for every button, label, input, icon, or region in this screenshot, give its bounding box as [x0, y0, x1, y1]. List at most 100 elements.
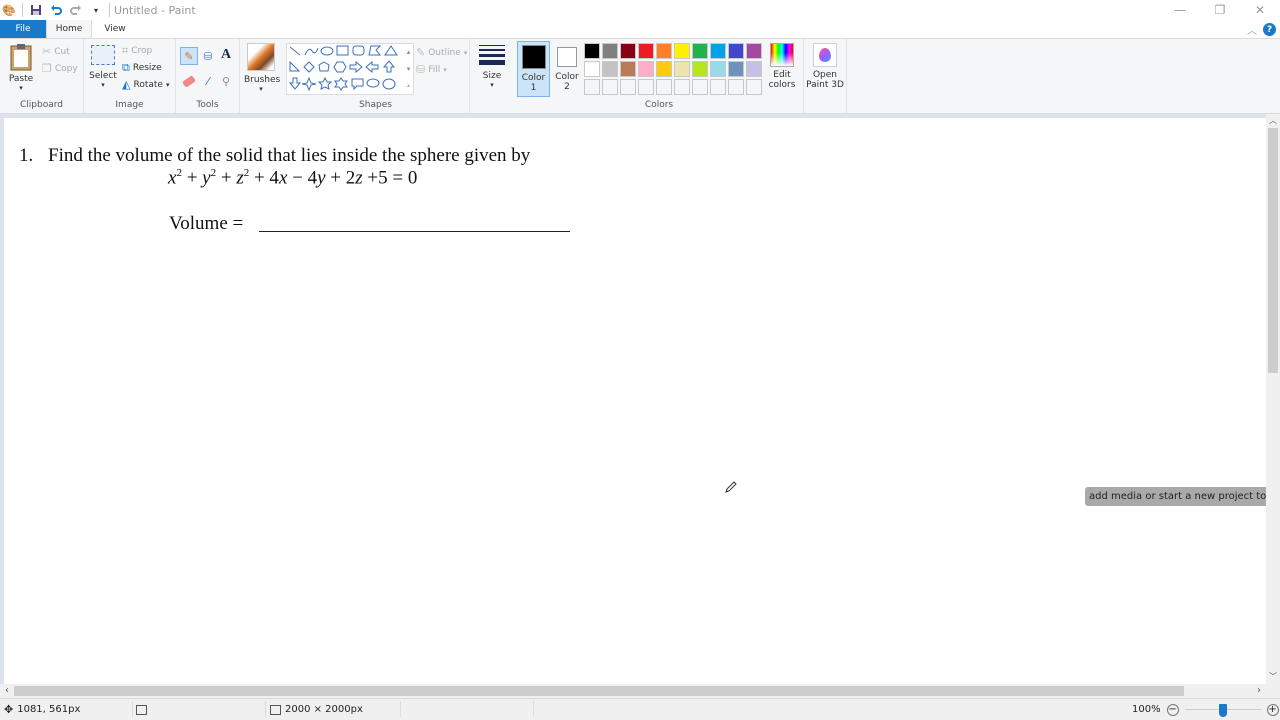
horizontal-scroll-thumb[interactable] [14, 686, 1184, 696]
eraser-icon [182, 74, 196, 88]
color-swatch[interactable] [710, 61, 726, 77]
tools-group: ✎ ⛁ A ⁄ ⚲ Tools [176, 39, 240, 113]
color-swatch[interactable] [746, 43, 762, 59]
minimize-button[interactable]: — [1160, 0, 1200, 20]
resize-button[interactable]: ⧉ Resize [122, 61, 162, 75]
color-swatch[interactable] [602, 43, 618, 59]
scroll-left-arrow-icon[interactable]: ‹ [0, 684, 14, 698]
magnifier-icon: ⚲ [221, 74, 231, 88]
open-paint3d-button[interactable]: Open Paint 3D [806, 43, 844, 90]
clipboard-group-label: Clipboard [20, 100, 63, 110]
text-tool[interactable]: A [218, 47, 234, 63]
scroll-down-icon[interactable]: ▾ [403, 61, 414, 78]
help-icon[interactable]: ? [1263, 23, 1276, 36]
down-arrow-shape-icon [288, 77, 302, 90]
color-swatch[interactable] [728, 79, 744, 95]
color-swatch[interactable] [620, 43, 636, 59]
tab-file[interactable]: File [0, 20, 46, 38]
color-picker-tool[interactable]: ⁄ [200, 73, 216, 89]
color-swatch[interactable] [638, 43, 654, 59]
maximize-button[interactable]: ❐ [1200, 0, 1240, 20]
brushes-button[interactable]: Brushes ▾ [244, 43, 280, 93]
zoom-slider-thumb[interactable] [1218, 703, 1227, 717]
color-swatch[interactable] [602, 61, 618, 77]
line-size-icon [479, 45, 505, 65]
edit-colors-line1: Edit [773, 70, 791, 80]
color-swatch[interactable] [602, 79, 618, 95]
color-swatch[interactable] [584, 43, 600, 59]
color-swatch[interactable] [674, 61, 690, 77]
size-button[interactable]: Size ▾ [476, 43, 508, 89]
color-swatch[interactable] [656, 43, 672, 59]
undo-icon[interactable] [49, 3, 63, 17]
scroll-up-arrow-icon[interactable]: ︿ [1266, 114, 1280, 128]
color-swatch[interactable] [638, 61, 654, 77]
vertical-scroll-thumb[interactable] [1268, 128, 1278, 373]
outline-button[interactable]: ✎ Outline ▾ [416, 46, 467, 59]
color-swatch[interactable] [692, 61, 708, 77]
color-swatch[interactable] [656, 79, 672, 95]
magnifier-tool[interactable]: ⚲ [218, 73, 234, 89]
color-swatch[interactable] [710, 43, 726, 59]
color-swatch[interactable] [674, 43, 690, 59]
color-swatch[interactable] [710, 79, 726, 95]
polygon-shape-icon [368, 45, 382, 56]
pencil-tool[interactable]: ✎ [180, 47, 198, 65]
cursor-position: ✥ 1081, 561px [4, 703, 80, 716]
volume-label: Volume = [169, 213, 244, 234]
oval-callout-shape-icon [366, 78, 380, 88]
eraser-tool[interactable] [181, 73, 197, 89]
color-swatch[interactable] [746, 61, 762, 77]
paste-button[interactable]: Paste ▾ [6, 43, 36, 95]
eq-op: + [216, 167, 237, 189]
chevron-down-icon: ▾ [443, 65, 447, 74]
color-swatch[interactable] [692, 79, 708, 95]
color-swatch[interactable] [692, 43, 708, 59]
fill-button[interactable]: ⛁ Fill ▾ [416, 63, 447, 76]
close-button[interactable]: ✕ [1240, 0, 1280, 20]
rotate-icon: ◭ [122, 78, 131, 91]
color-swatch[interactable] [620, 61, 636, 77]
tab-home[interactable]: Home [46, 20, 92, 38]
zoom-slider[interactable] [1184, 703, 1261, 717]
drawing-canvas[interactable]: 1. Find the volume of the solid that lie… [4, 118, 1266, 684]
color2-sub: 2 [564, 82, 570, 92]
color-swatch[interactable] [728, 61, 744, 77]
color-swatch[interactable] [656, 61, 672, 77]
zoom-out-button[interactable]: − [1166, 703, 1179, 716]
color-swatch[interactable] [584, 79, 600, 95]
edit-colors-button[interactable]: Edit colors [766, 43, 798, 90]
shapes-scroll[interactable]: ▴ ▾ ⩡ [403, 44, 414, 96]
crop-button[interactable]: ⌗ Crop [122, 44, 152, 58]
color-swatch[interactable] [638, 79, 654, 95]
horizontal-scrollbar[interactable]: ‹ › [0, 684, 1266, 698]
copy-button[interactable]: ❐ Copy [42, 62, 78, 75]
customize-dropdown-icon[interactable]: ▾ [89, 3, 103, 17]
chevron-down-icon: ▾ [463, 48, 468, 57]
color-swatch[interactable] [584, 61, 600, 77]
color-swatch[interactable] [620, 79, 636, 95]
save-icon[interactable] [29, 3, 43, 17]
fill-tool[interactable]: ⛁ [200, 48, 216, 64]
scroll-down-arrow-icon[interactable]: ﹀ [1266, 670, 1280, 684]
tab-view[interactable]: View [92, 20, 138, 38]
color1-button[interactable]: Color 1 [517, 41, 550, 97]
scroll-right-arrow-icon[interactable]: › [1252, 684, 1266, 698]
color-palette [584, 43, 762, 95]
zoom-in-button[interactable]: + [1266, 703, 1279, 716]
cut-button[interactable]: ✂ Cut [42, 45, 70, 58]
rotate-button[interactable]: ◭ Rotate ▾ [122, 78, 169, 91]
color-swatch[interactable] [728, 43, 744, 59]
expand-gallery-icon[interactable]: ⩡ [403, 78, 414, 95]
color2-button[interactable]: Color 2 [552, 41, 582, 97]
color-swatch[interactable] [674, 79, 690, 95]
select-button[interactable]: Select ▾ [89, 45, 117, 89]
copy-label: Copy [54, 63, 78, 74]
redo-icon[interactable] [69, 3, 83, 17]
vertical-scrollbar[interactable]: ︿ ﹀ [1266, 114, 1280, 684]
scroll-up-icon[interactable]: ▴ [403, 44, 414, 61]
question-number: 1. [19, 145, 34, 166]
collapse-ribbon-icon[interactable]: ︿ [1247, 22, 1257, 37]
color-swatch[interactable] [746, 79, 762, 95]
paint-app-icon[interactable]: 🎨 [2, 3, 16, 17]
